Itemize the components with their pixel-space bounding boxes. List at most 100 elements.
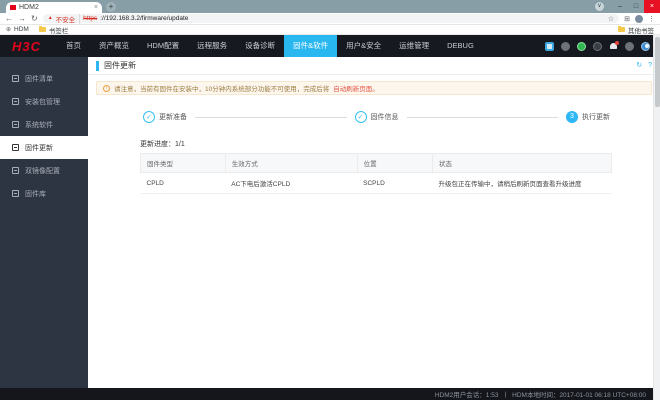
- new-tab-button[interactable]: +: [106, 2, 116, 12]
- sidebar-item-label: 系统软件: [25, 120, 53, 130]
- language-icon[interactable]: [561, 42, 570, 51]
- sidebar-item-firmware-list[interactable]: 固件清单: [0, 67, 88, 90]
- user-avatar[interactable]: [641, 42, 650, 51]
- browser-tab[interactable]: HDM2 ×: [6, 2, 102, 13]
- nav-item-assets[interactable]: 资产概览: [90, 35, 138, 57]
- step-label: 固件信息: [371, 112, 399, 122]
- clipboard-icon[interactable]: [545, 42, 554, 51]
- sidebar-item-system-software[interactable]: 系统软件: [0, 113, 88, 136]
- step-current-icon: 3: [566, 111, 578, 123]
- help-icon[interactable]: ?: [648, 62, 652, 69]
- table-row: CPLD AC下电后激活CPLD SCPLD 升级包正在传输中，请稍后刷新页面查…: [141, 173, 612, 194]
- table-header-row: 固件类型 生效方式 位置 状态: [141, 154, 612, 173]
- repository-icon: [12, 190, 19, 197]
- update-icon: [12, 144, 19, 151]
- nav-item-users-security[interactable]: 用户&安全: [337, 35, 390, 57]
- warning-circle-icon: !: [103, 85, 110, 92]
- local-time: HDM本地时间：2017-01-01 06:18 UTC+08:00: [512, 389, 646, 399]
- refresh-icon[interactable]: ↻: [636, 62, 642, 69]
- bookmarks-bar: ⊕ HDM 书签栏 其他书签: [0, 25, 660, 35]
- sidebar-item-label: 固件库: [25, 189, 46, 199]
- sidebar-item-label: 固件清单: [25, 74, 53, 84]
- browser-toolbar: ← → ↻ ▲ 不安全 https ://192.168.3.2/firmwar…: [0, 13, 660, 25]
- nav-item-firmware-software[interactable]: 固件&软件: [284, 35, 337, 57]
- col-status: 状态: [433, 154, 612, 173]
- nav-item-diagnostics[interactable]: 设备诊断: [236, 35, 284, 57]
- window-close-button[interactable]: ×: [644, 0, 660, 13]
- address-bar[interactable]: ▲ 不安全 https ://192.168.3.2/firmware/upda…: [43, 14, 619, 23]
- status-footer: HDM2用户会话：1:53 | HDM本地时间：2017-01-01 06:18…: [0, 388, 660, 400]
- software-icon: [12, 121, 19, 128]
- alert-badge: [615, 41, 619, 45]
- nav-item-remote-service[interactable]: 远程服务: [188, 35, 236, 57]
- nav-item-maintenance[interactable]: 运维管理: [390, 35, 438, 57]
- bookmark-star-icon[interactable]: ☆: [608, 15, 614, 23]
- col-location: 位置: [357, 154, 432, 173]
- nav-item-hdm-config[interactable]: HDM配置: [138, 35, 188, 57]
- bookmark-folder[interactable]: 书签栏: [39, 25, 69, 35]
- security-warning-label[interactable]: 不安全: [56, 14, 81, 24]
- url-text: ://192.168.3.2/firmware/update: [100, 15, 605, 22]
- page-title: 固件更新: [104, 60, 136, 71]
- back-button[interactable]: ←: [5, 15, 13, 23]
- browser-menu-icon[interactable]: ⋮: [648, 15, 655, 23]
- window-maximize-button[interactable]: □: [628, 0, 644, 13]
- extensions-icon[interactable]: ⊞: [624, 15, 630, 23]
- col-activation-method: 生效方式: [225, 154, 357, 173]
- browser-profile-avatar[interactable]: [635, 15, 643, 23]
- tab-close-icon[interactable]: ×: [94, 4, 98, 11]
- step-done-icon: ✓: [355, 111, 367, 123]
- main-content: 固件更新 ↻ ? ! 请注意，当前有固件在安装中，10分钟内系统部分功能不可使用…: [88, 57, 660, 388]
- globe-icon: ⊕: [6, 27, 11, 33]
- sidebar-item-label: 安装包管理: [25, 97, 60, 107]
- bookmark-item-hdm[interactable]: ⊕ HDM: [6, 26, 29, 33]
- step-connector: [407, 117, 559, 118]
- list-icon: [12, 75, 19, 82]
- app-nav-bar: H3C 首页 资产概览 HDM配置 远程服务 设备诊断 固件&软件 用户&安全 …: [0, 35, 660, 57]
- sidebar-item-dual-image[interactable]: 双镜像配置: [0, 159, 88, 182]
- security-warning-icon: ▲: [48, 16, 53, 21]
- step-label: 执行更新: [582, 112, 610, 122]
- alerts-bell-icon[interactable]: [609, 42, 618, 51]
- tab-title: HDM2: [19, 4, 91, 11]
- package-icon: [12, 98, 19, 105]
- h3c-favicon-icon: [10, 5, 16, 10]
- sidebar-item-label: 双镜像配置: [25, 166, 60, 176]
- sidebar-item-package-mgmt[interactable]: 安装包管理: [0, 90, 88, 113]
- sidebar-item-firmware-update[interactable]: 固件更新: [0, 136, 88, 159]
- folder-icon: [39, 27, 46, 32]
- settings-icon[interactable]: [625, 42, 634, 51]
- other-bookmarks-label: 其他书签: [628, 25, 654, 35]
- cell-location: SCPLD: [357, 173, 432, 194]
- nav-item-debug[interactable]: DEBUG: [438, 35, 483, 57]
- page-header: 固件更新 ↻ ?: [88, 57, 660, 75]
- step-label: 更新准备: [159, 112, 187, 122]
- scrollbar-thumb[interactable]: [655, 37, 660, 107]
- reload-button[interactable]: ↻: [31, 15, 38, 23]
- sidebar: 固件清单 安装包管理 系统软件 固件更新 双镜像配置 固件库: [0, 57, 88, 388]
- tab-search-button[interactable]: ∨: [595, 2, 604, 11]
- update-stepper: ✓ 更新准备 ✓ 固件信息 3 执行更新: [143, 111, 610, 123]
- image-config-icon: [12, 167, 19, 174]
- cell-activation-method: AC下电后激活CPLD: [225, 173, 357, 194]
- power-status-icon[interactable]: [577, 42, 586, 51]
- nav-item-home[interactable]: 首页: [57, 35, 90, 57]
- window-minimize-button[interactable]: –: [612, 0, 628, 13]
- url-scheme: https: [83, 15, 97, 22]
- cell-firmware-type: CPLD: [141, 173, 226, 194]
- forward-button[interactable]: →: [18, 15, 26, 23]
- other-bookmarks[interactable]: 其他书签: [618, 25, 654, 35]
- step-connector: [195, 117, 347, 118]
- notice-emphasis: 自动刷新页面。: [333, 83, 379, 93]
- notice-banner: ! 请注意，当前有固件在安装中，10分钟内系统部分功能不可使用，完成后将 自动刷…: [96, 81, 652, 95]
- uid-led-icon[interactable]: [593, 42, 602, 51]
- notice-text: 请注意，当前有固件在安装中，10分钟内系统部分功能不可使用，完成后将: [114, 83, 329, 93]
- step-info: ✓ 固件信息: [355, 111, 399, 123]
- sidebar-item-label: 固件更新: [25, 143, 53, 153]
- h3c-logo: H3C: [12, 39, 41, 54]
- col-firmware-type: 固件类型: [141, 154, 226, 173]
- cell-status: 升级包正在传输中，请稍后刷新页面查看升级进度: [433, 173, 612, 194]
- step-prepare: ✓ 更新准备: [143, 111, 187, 123]
- page-scrollbar[interactable]: [653, 35, 660, 400]
- sidebar-item-firmware-repo[interactable]: 固件库: [0, 182, 88, 205]
